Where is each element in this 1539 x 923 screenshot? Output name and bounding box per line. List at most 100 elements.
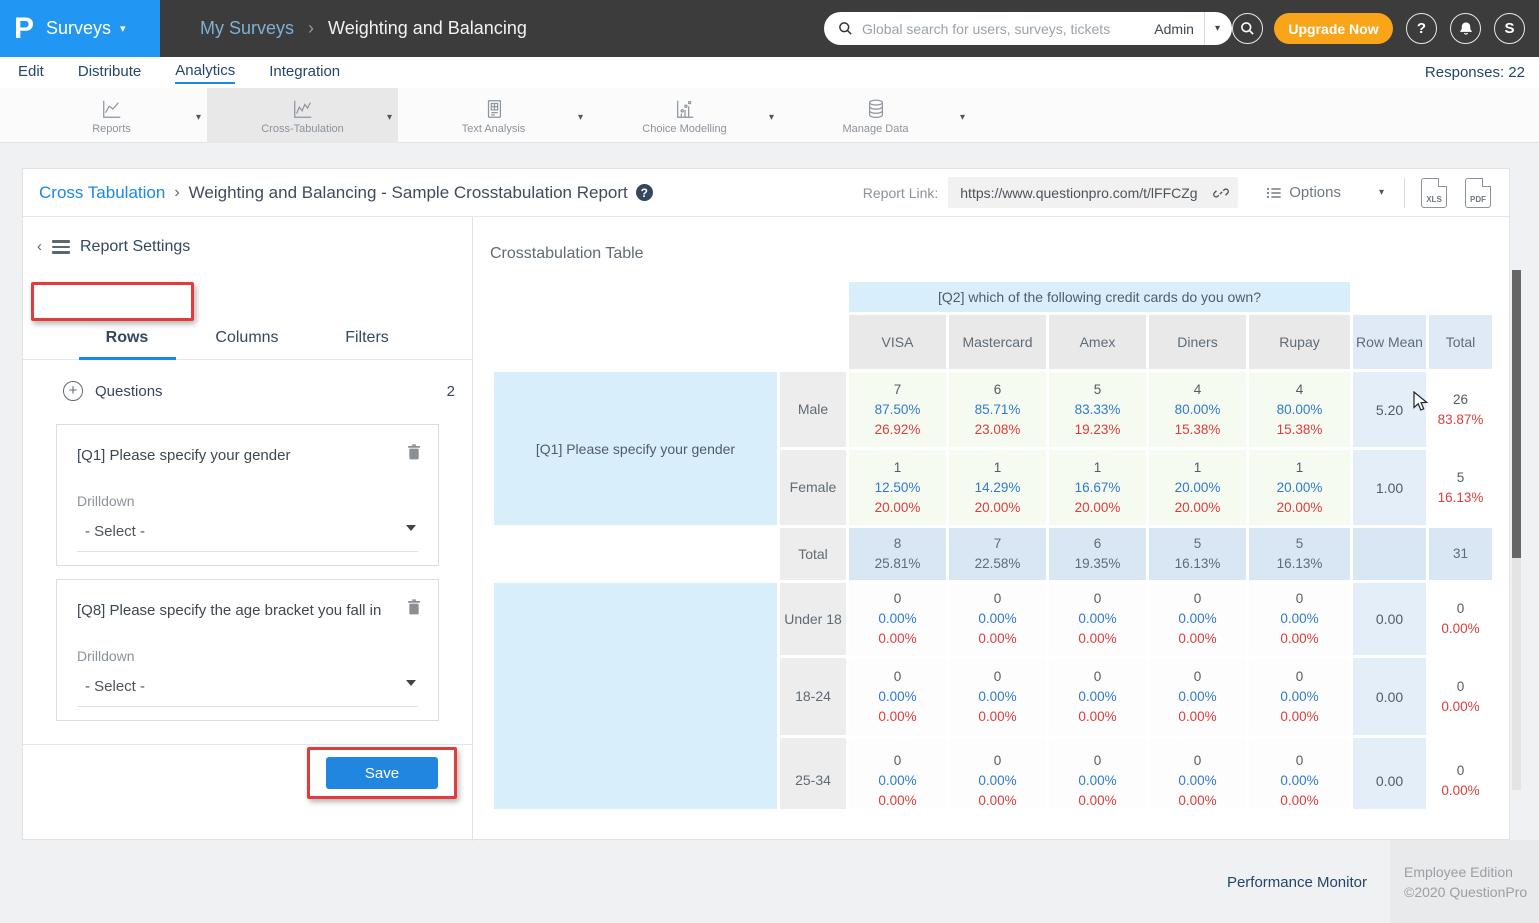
xtab-cell: 00.00%0.00% bbox=[1249, 658, 1350, 735]
drilldown-label: Drilldown bbox=[77, 493, 135, 509]
export-pdf-button[interactable]: PDF bbox=[1465, 178, 1491, 208]
row-total-cell: 00.00% bbox=[1429, 658, 1492, 735]
search-scope[interactable]: Admin bbox=[1154, 21, 1194, 37]
breadcrumb-separator-icon: › bbox=[308, 18, 314, 39]
breadcrumb: My Surveys › Weighting and Balancing bbox=[200, 0, 527, 57]
drilldown-select[interactable]: - Select - bbox=[85, 678, 145, 695]
performance-monitor-link[interactable]: Performance Monitor bbox=[1227, 874, 1367, 891]
questions-label: Questions bbox=[95, 383, 163, 400]
delete-question-button[interactable] bbox=[406, 443, 422, 466]
row-group-q8 bbox=[494, 583, 777, 809]
options-caret-icon[interactable]: ▾ bbox=[1379, 187, 1384, 198]
xtab-cell: 00.00%0.00% bbox=[1049, 738, 1146, 809]
toolbar-text-analysis[interactable]: Text Analysis ▾ bbox=[398, 88, 589, 143]
dropdown-caret-icon[interactable]: ▾ bbox=[578, 112, 583, 123]
help-icon[interactable]: ? bbox=[636, 184, 653, 201]
report-settings-toggle[interactable]: ‹ Report Settings bbox=[37, 237, 190, 257]
save-button[interactable]: Save bbox=[326, 757, 438, 789]
dropdown-caret-icon[interactable]: ▾ bbox=[196, 112, 201, 123]
report-link-label: Report Link: bbox=[863, 185, 938, 201]
xtab-cell: 00.00%0.00% bbox=[1049, 583, 1146, 655]
xtab-cell: 722.58% bbox=[949, 528, 1046, 580]
tab-analytics[interactable]: Analytics bbox=[175, 62, 235, 84]
row-total-cell: 00.00% bbox=[1429, 583, 1492, 655]
search-scope-caret-icon[interactable]: ▾ bbox=[1215, 23, 1220, 34]
search-button[interactable] bbox=[1232, 13, 1263, 44]
bell-icon bbox=[1458, 21, 1474, 37]
row-label: Male bbox=[780, 372, 846, 447]
toolbar-choice-modelling[interactable]: Choice Modelling ▾ bbox=[589, 88, 780, 143]
questionpro-logo: P bbox=[14, 12, 34, 46]
toolbar-manage-data[interactable]: Manage Data ▾ bbox=[780, 88, 971, 143]
row-label: 25-34 bbox=[780, 738, 846, 809]
collapse-chevron-icon: ‹ bbox=[37, 238, 42, 255]
options-menu[interactable]: Options bbox=[1266, 184, 1341, 201]
cross-tab-chart-icon bbox=[291, 96, 315, 120]
search-icon bbox=[1240, 21, 1255, 36]
tab-integration[interactable]: Integration bbox=[269, 63, 340, 83]
question-title: [Q8] Please specify the age bracket you … bbox=[77, 602, 390, 619]
surveys-menu[interactable]: P Surveys ▾ bbox=[0, 0, 160, 57]
crosstab-table-container[interactable]: [Q2] which of the following credit cards… bbox=[491, 279, 1501, 809]
toolbar-reports[interactable]: Reports ▾ bbox=[16, 88, 207, 143]
survey-nav: Edit Distribute Analytics Integration Re… bbox=[0, 57, 1539, 88]
dropdown-caret-icon[interactable]: ▾ bbox=[387, 112, 392, 123]
select-caret-icon[interactable] bbox=[406, 525, 416, 531]
report-link-box[interactable]: https://www.questionpro.com/t/lFFCZg bbox=[948, 177, 1238, 208]
global-search[interactable]: Admin ▾ bbox=[824, 12, 1232, 45]
xtab-cell: 480.00%15.38% bbox=[1249, 372, 1350, 447]
cross-tabulation-link[interactable]: Cross Tabulation bbox=[39, 183, 165, 203]
xtab-cell: 114.29%20.00% bbox=[949, 450, 1046, 525]
edition-info: Employee Edition ©2020 QuestionPro bbox=[1390, 840, 1539, 923]
row-mean-cell: 1.00 bbox=[1353, 450, 1426, 525]
question-card-q1: [Q1] Please specify your gender Drilldow… bbox=[56, 424, 439, 566]
col-header-diners: Diners bbox=[1149, 315, 1246, 369]
xtab-cell: 00.00%0.00% bbox=[949, 738, 1046, 809]
tab-distribute[interactable]: Distribute bbox=[78, 63, 141, 83]
tab-edit[interactable]: Edit bbox=[18, 63, 44, 83]
row-label: Total bbox=[780, 528, 846, 580]
xtab-cell: 120.00%20.00% bbox=[1149, 450, 1246, 525]
xtab-cell: 787.50%26.92% bbox=[849, 372, 946, 447]
report-content: Cross Tabulation › Weighting and Balanci… bbox=[22, 168, 1510, 840]
col-header-row-mean: Row Mean bbox=[1353, 315, 1426, 369]
row-mean-cell: 0.00 bbox=[1353, 583, 1426, 655]
col-header-visa: VISA bbox=[849, 315, 946, 369]
drilldown-select[interactable]: - Select - bbox=[85, 523, 145, 540]
edition-line2: ©2020 QuestionPro bbox=[1404, 882, 1539, 902]
settings-tabs: Rows Columns Filters bbox=[67, 329, 427, 347]
toolbar-cross-tabulation[interactable]: Cross-Tabulation ▾ bbox=[207, 88, 398, 143]
link-icon[interactable] bbox=[1212, 184, 1230, 202]
tab-columns[interactable]: Columns bbox=[187, 329, 307, 347]
search-input[interactable] bbox=[862, 21, 1154, 37]
tab-rows[interactable]: Rows bbox=[67, 329, 187, 347]
notifications-button[interactable] bbox=[1450, 13, 1481, 44]
select-caret-icon[interactable] bbox=[406, 680, 416, 686]
xtab-cell: 00.00%0.00% bbox=[1149, 738, 1246, 809]
hamburger-icon bbox=[52, 237, 70, 257]
account-avatar[interactable]: S bbox=[1494, 13, 1525, 44]
row-label: 18-24 bbox=[780, 658, 846, 735]
scrollbar-thumb[interactable] bbox=[1512, 270, 1521, 558]
divider bbox=[77, 551, 418, 552]
breadcrumb-separator-icon: › bbox=[174, 184, 179, 202]
report-link-url[interactable]: https://www.questionpro.com/t/lFFCZg bbox=[960, 185, 1212, 201]
dropdown-caret-icon[interactable]: ▾ bbox=[960, 112, 965, 123]
row-label: Under 18 bbox=[780, 583, 846, 655]
top-header: P Surveys ▾ My Surveys › Weighting and B… bbox=[0, 0, 1539, 57]
tab-filters[interactable]: Filters bbox=[307, 329, 427, 347]
divider bbox=[1204, 12, 1205, 45]
add-question-button[interactable]: + bbox=[63, 381, 83, 401]
drilldown-label: Drilldown bbox=[77, 648, 135, 664]
question-card-q8: [Q8] Please specify the age bracket you … bbox=[56, 579, 439, 721]
dropdown-caret-icon[interactable]: ▾ bbox=[769, 112, 774, 123]
row-total-cell: 516.13% bbox=[1429, 450, 1492, 525]
export-xls-button[interactable]: XLS bbox=[1421, 178, 1447, 208]
database-icon bbox=[865, 96, 887, 120]
row-total-cell: 2683.87% bbox=[1429, 372, 1492, 447]
row-mean-cell: 0.00 bbox=[1353, 658, 1426, 735]
help-button[interactable]: ? bbox=[1406, 13, 1437, 44]
upgrade-now-button[interactable]: Upgrade Now bbox=[1274, 13, 1393, 44]
breadcrumb-my-surveys[interactable]: My Surveys bbox=[200, 18, 294, 39]
delete-question-button[interactable] bbox=[406, 598, 422, 621]
